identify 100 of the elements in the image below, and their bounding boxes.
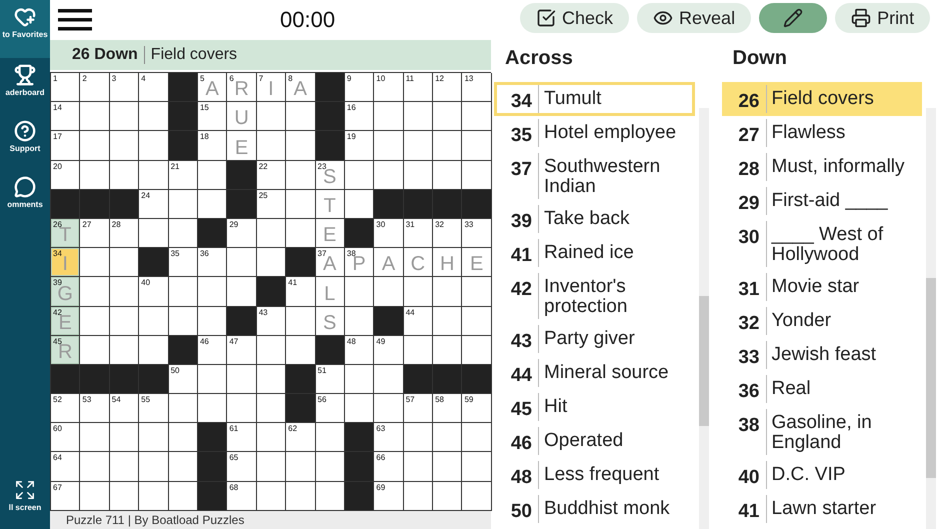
- grid-square[interactable]: [139, 306, 169, 336]
- grid-square[interactable]: [198, 190, 228, 219]
- grid-square[interactable]: [198, 364, 228, 394]
- grid-square[interactable]: [256, 482, 286, 511]
- grid-square[interactable]: 46: [198, 336, 228, 365]
- grid-square[interactable]: [433, 452, 462, 482]
- grid-square[interactable]: 51: [316, 364, 345, 394]
- grid-square[interactable]: 17: [51, 131, 80, 161]
- grid-square[interactable]: [110, 248, 140, 278]
- grid-square[interactable]: [344, 277, 374, 306]
- grid-square[interactable]: [316, 482, 345, 511]
- grid-square[interactable]: 57: [404, 394, 434, 424]
- grid-square[interactable]: 11: [404, 73, 434, 102]
- grid-square[interactable]: 10: [374, 73, 404, 102]
- pencil-button[interactable]: [759, 3, 828, 33]
- grid-square[interactable]: 49: [374, 336, 404, 365]
- grid-square[interactable]: [139, 102, 169, 132]
- grid-square[interactable]: [344, 394, 374, 424]
- grid-square[interactable]: 21: [168, 160, 198, 190]
- grid-square[interactable]: [433, 336, 462, 365]
- grid-square[interactable]: [256, 218, 286, 248]
- check-button[interactable]: Check: [520, 3, 630, 33]
- grid-square[interactable]: [404, 336, 434, 365]
- grid-square[interactable]: [286, 482, 316, 511]
- grid-square[interactable]: [80, 277, 110, 306]
- clue-item[interactable]: 41 Lawn starter: [722, 492, 922, 526]
- grid-square[interactable]: 33: [462, 218, 492, 248]
- grid-square[interactable]: 62: [286, 423, 316, 452]
- grid-square[interactable]: [227, 394, 257, 424]
- grid-square[interactable]: [80, 102, 110, 132]
- grid-square[interactable]: [256, 102, 286, 132]
- grid-square[interactable]: [110, 482, 140, 511]
- sidebar-item[interactable]: ll screen: [0, 473, 50, 529]
- grid-square[interactable]: 30: [374, 218, 404, 248]
- grid-square[interactable]: [80, 482, 110, 511]
- grid-square[interactable]: [256, 394, 286, 424]
- grid-square[interactable]: [110, 336, 140, 365]
- grid-square[interactable]: [286, 336, 316, 365]
- grid-square[interactable]: 69: [374, 482, 404, 511]
- grid-square[interactable]: 66: [374, 452, 404, 482]
- grid-square[interactable]: [344, 190, 374, 219]
- grid-square[interactable]: [110, 131, 140, 161]
- clue-item[interactable]: 32 Yonder: [722, 304, 922, 338]
- grid-square[interactable]: [168, 452, 198, 482]
- grid-square[interactable]: 20: [51, 160, 80, 190]
- grid-square[interactable]: 55: [139, 394, 169, 424]
- grid-square[interactable]: 36: [198, 248, 228, 278]
- grid-square[interactable]: 14: [51, 102, 80, 132]
- grid-square[interactable]: [433, 306, 462, 336]
- grid-square[interactable]: [404, 452, 434, 482]
- sidebar-item[interactable]: omments: [0, 170, 50, 226]
- grid-square[interactable]: 27: [80, 218, 110, 248]
- grid-square[interactable]: [256, 336, 286, 365]
- grid-square[interactable]: [139, 336, 169, 365]
- grid-square[interactable]: 9: [344, 73, 374, 102]
- grid-square[interactable]: [433, 160, 462, 190]
- grid-square[interactable]: [462, 160, 492, 190]
- grid-square[interactable]: 16: [344, 102, 374, 132]
- grid-square[interactable]: [462, 102, 492, 132]
- grid-square[interactable]: 58: [433, 394, 462, 424]
- grid-square[interactable]: [227, 248, 257, 278]
- grid-square[interactable]: 19: [344, 131, 374, 161]
- grid-square[interactable]: 59: [462, 394, 492, 424]
- grid-square[interactable]: [139, 423, 169, 452]
- grid-square[interactable]: [462, 452, 492, 482]
- grid-square[interactable]: [404, 277, 434, 306]
- grid-square[interactable]: [286, 160, 316, 190]
- grid-square[interactable]: 47: [227, 336, 257, 365]
- grid-square[interactable]: [198, 306, 228, 336]
- clue-item[interactable]: 36 Real: [722, 372, 922, 406]
- clue-item[interactable]: 27 Flawless: [722, 116, 922, 150]
- grid-square[interactable]: [433, 277, 462, 306]
- clue-item[interactable]: 45 Hit: [494, 390, 694, 424]
- grid-square[interactable]: [80, 248, 110, 278]
- grid-square[interactable]: [80, 336, 110, 365]
- grid-square[interactable]: 28: [110, 218, 140, 248]
- grid-square[interactable]: [433, 102, 462, 132]
- grid-square[interactable]: 2: [80, 73, 110, 102]
- grid-square[interactable]: 3: [110, 73, 140, 102]
- grid-square[interactable]: 7 I: [256, 73, 286, 102]
- grid-square[interactable]: [139, 131, 169, 161]
- grid-square[interactable]: 35: [168, 248, 198, 278]
- grid-square[interactable]: [80, 160, 110, 190]
- grid-square[interactable]: [344, 364, 374, 394]
- grid-square[interactable]: [110, 452, 140, 482]
- grid-square[interactable]: [168, 190, 198, 219]
- grid-square[interactable]: [286, 452, 316, 482]
- grid-square[interactable]: [286, 131, 316, 161]
- clue-item[interactable]: 40 D.C. VIP: [722, 458, 922, 492]
- grid-square[interactable]: 56: [316, 394, 345, 424]
- grid-square[interactable]: [462, 482, 492, 511]
- grid-square[interactable]: [256, 423, 286, 452]
- sidebar-item[interactable]: Support: [0, 114, 50, 170]
- grid-square[interactable]: 40: [139, 277, 169, 306]
- clue-item[interactable]: 30 ____ West of Hollywood: [722, 218, 922, 270]
- grid-square[interactable]: [344, 160, 374, 190]
- grid-square[interactable]: [168, 423, 198, 452]
- grid-square[interactable]: [404, 160, 434, 190]
- grid-square[interactable]: [227, 277, 257, 306]
- grid-square[interactable]: 1: [51, 73, 80, 102]
